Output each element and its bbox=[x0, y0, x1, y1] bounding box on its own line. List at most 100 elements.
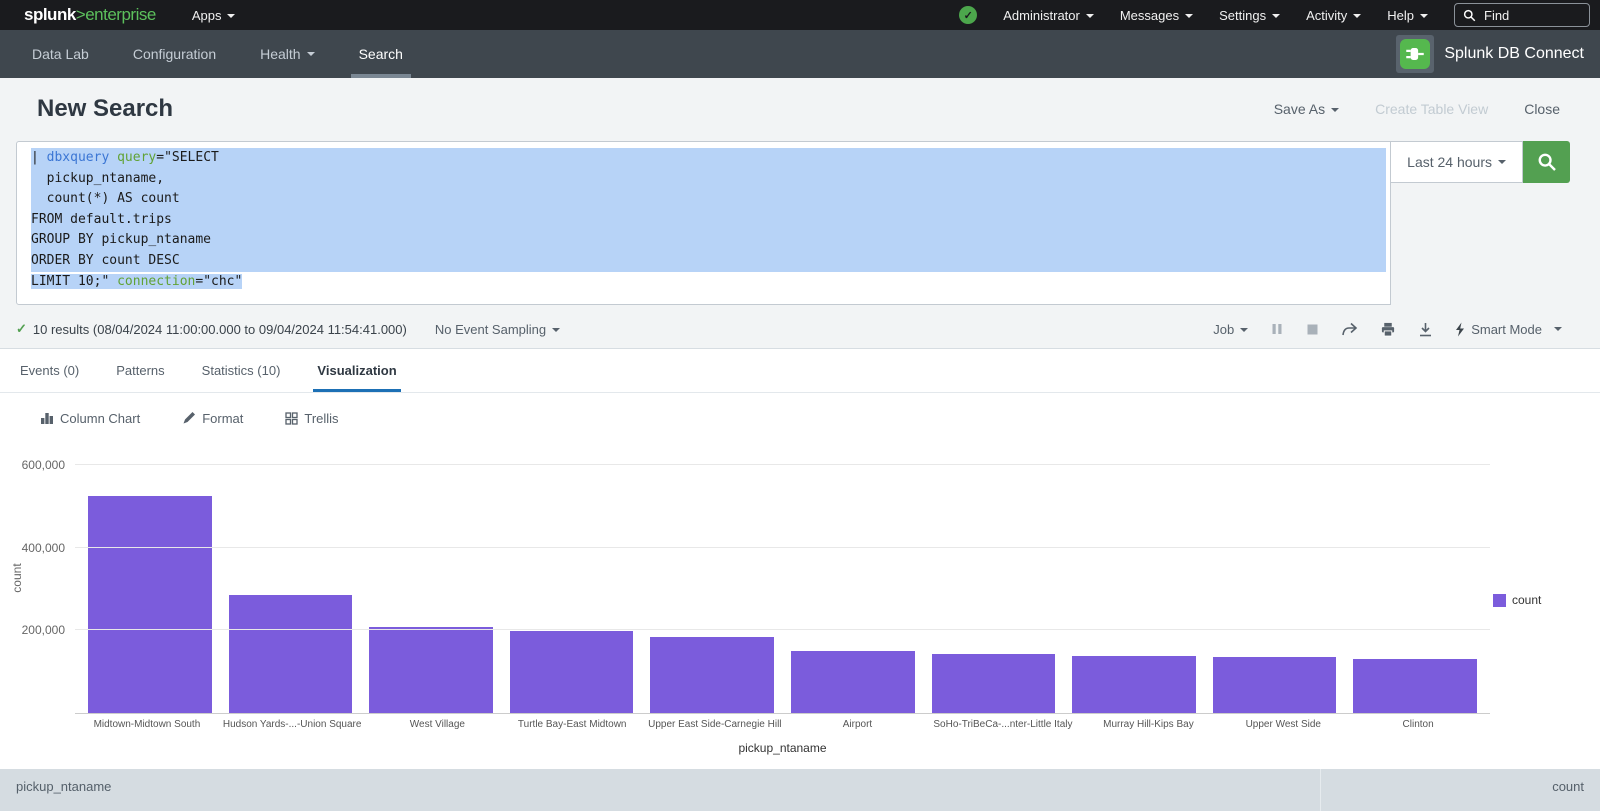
share-button[interactable] bbox=[1341, 322, 1358, 337]
check-glyph: ✓ bbox=[964, 9, 973, 22]
x-axis-tick-labels: Midtown-Midtown South Hudson Yards-...-Un… bbox=[88, 719, 1477, 730]
apps-menu-label: Apps bbox=[192, 8, 222, 23]
find-input[interactable] bbox=[1482, 7, 1574, 24]
head-actions: Save As Create Table View Close bbox=[1274, 101, 1560, 117]
results-tabs: Events (0) Patterns Statistics (10) Visu… bbox=[0, 349, 1600, 393]
health-check-icon[interactable]: ✓ bbox=[959, 6, 977, 24]
administrator-menu[interactable]: Administrator bbox=[1003, 8, 1094, 23]
search-query-input[interactable]: | dbxquery query="SELECT pickup_ntaname,… bbox=[16, 141, 1391, 305]
time-range-label: Last 24 hours bbox=[1407, 154, 1492, 170]
chevron-down-icon bbox=[1240, 328, 1248, 332]
nav-item-data-lab[interactable]: Data Lab bbox=[32, 30, 89, 78]
x-tick-label: SoHo-TriBeCa-...nter-Little Italy bbox=[933, 719, 1072, 730]
column-chart-icon bbox=[40, 411, 54, 425]
search-bar-row: | dbxquery query="SELECT pickup_ntaname,… bbox=[0, 140, 1600, 310]
chevron-down-icon bbox=[1185, 14, 1193, 18]
chevron-down-icon bbox=[1086, 14, 1094, 18]
search-mode-menu[interactable]: Smart Mode bbox=[1455, 322, 1562, 337]
messages-menu[interactable]: Messages bbox=[1120, 8, 1193, 23]
chart-plot-area: 200,000400,000600,000 bbox=[75, 453, 1490, 714]
success-check-icon: ✓ bbox=[16, 321, 27, 337]
chart-bar[interactable] bbox=[791, 651, 915, 713]
query-line: FROM default.trips bbox=[31, 210, 1386, 231]
settings-menu-label: Settings bbox=[1219, 8, 1266, 23]
chart-bar[interactable] bbox=[88, 496, 212, 713]
page-title: New Search bbox=[37, 95, 173, 123]
tab-visualization[interactable]: Visualization bbox=[317, 349, 396, 392]
job-menu[interactable]: Job bbox=[1213, 322, 1248, 337]
chevron-down-icon bbox=[552, 328, 560, 332]
nav-item-configuration[interactable]: Configuration bbox=[133, 30, 216, 78]
create-table-view-button[interactable]: Create Table View bbox=[1375, 101, 1488, 117]
x-tick-label: Midtown-Midtown South bbox=[88, 719, 206, 730]
chevron-down-icon bbox=[1272, 14, 1280, 18]
download-icon bbox=[1418, 322, 1433, 337]
y-axis-title: count bbox=[10, 563, 24, 593]
help-menu-label: Help bbox=[1387, 8, 1414, 23]
print-button[interactable] bbox=[1380, 322, 1396, 337]
chart-bar[interactable] bbox=[650, 637, 774, 713]
x-tick-label: Airport bbox=[799, 719, 917, 730]
query-line: count(*) AS count bbox=[31, 189, 1386, 210]
y-tick-label: 200,000 bbox=[22, 623, 65, 637]
chart-legend[interactable]: count bbox=[1493, 593, 1541, 607]
x-tick-label: Hudson Yards-...-Union Square bbox=[223, 719, 362, 730]
share-icon bbox=[1341, 322, 1358, 337]
x-tick-label: Turtle Bay-East Midtown bbox=[513, 719, 631, 730]
save-as-button[interactable]: Save As bbox=[1274, 101, 1339, 117]
splunk-logo[interactable]: splunk>enterprise bbox=[24, 5, 156, 25]
chart-bar[interactable] bbox=[1213, 657, 1337, 713]
tab-label: Visualization bbox=[317, 363, 396, 378]
pause-button[interactable] bbox=[1270, 322, 1284, 336]
splunk-db-connect-search-page: { "topbar": { "logo_brand": "splunk", "l… bbox=[0, 0, 1600, 789]
tab-events[interactable]: Events (0) bbox=[20, 349, 79, 392]
query-line: ORDER BY count DESC bbox=[31, 251, 1386, 272]
event-sampling-label: No Event Sampling bbox=[435, 322, 546, 337]
event-sampling-menu[interactable]: No Event Sampling bbox=[435, 322, 560, 337]
nav-item-label: Health bbox=[260, 46, 300, 62]
chart-bar[interactable] bbox=[1353, 659, 1477, 713]
close-button[interactable]: Close bbox=[1524, 101, 1560, 117]
query-line: GROUP BY pickup_ntaname bbox=[31, 230, 1386, 251]
chart-bar[interactable] bbox=[510, 631, 634, 713]
tab-statistics[interactable]: Statistics (10) bbox=[202, 349, 281, 392]
search-icon bbox=[1537, 152, 1557, 172]
top-system-bar: splunk>enterprise Apps ✓ Administrator M… bbox=[0, 0, 1600, 30]
chart-type-picker[interactable]: Column Chart bbox=[40, 411, 140, 426]
topbar-right: ✓ Administrator Messages Settings Activi… bbox=[959, 3, 1590, 27]
app-title: Splunk DB Connect bbox=[1444, 45, 1584, 63]
chart-bar[interactable] bbox=[1072, 656, 1196, 713]
chevron-down-icon bbox=[1554, 327, 1562, 331]
save-as-label: Save As bbox=[1274, 101, 1325, 117]
gridline bbox=[75, 629, 1490, 630]
format-button[interactable]: Format bbox=[182, 411, 243, 426]
activity-menu[interactable]: Activity bbox=[1306, 8, 1361, 23]
results-info-bar: ✓ 10 results (08/04/2024 11:00:00.000 to… bbox=[0, 310, 1600, 349]
column-header-count[interactable]: count bbox=[1320, 769, 1600, 811]
settings-menu[interactable]: Settings bbox=[1219, 8, 1280, 23]
plug-icon bbox=[1405, 44, 1425, 64]
search-submit-button[interactable] bbox=[1523, 141, 1570, 183]
app-badge[interactable]: Splunk DB Connect bbox=[1396, 35, 1584, 73]
nav-item-search[interactable]: Search bbox=[359, 30, 403, 78]
stop-button[interactable] bbox=[1306, 323, 1319, 336]
find-search-box[interactable] bbox=[1454, 3, 1590, 27]
gridline bbox=[75, 464, 1490, 465]
search-icon bbox=[1463, 9, 1476, 22]
time-range-picker[interactable]: Last 24 hours bbox=[1390, 141, 1523, 183]
tab-patterns[interactable]: Patterns bbox=[116, 349, 164, 392]
chart-bar[interactable] bbox=[369, 627, 493, 713]
lightning-bolt-icon bbox=[1455, 322, 1465, 337]
trellis-button[interactable]: Trellis bbox=[285, 411, 338, 426]
apps-menu[interactable]: Apps bbox=[192, 8, 236, 23]
nav-item-health[interactable]: Health bbox=[260, 30, 314, 78]
chart-type-label: Column Chart bbox=[60, 411, 140, 426]
help-menu[interactable]: Help bbox=[1387, 8, 1428, 23]
chart-bar[interactable] bbox=[932, 654, 1056, 713]
chart-bar[interactable] bbox=[229, 595, 353, 713]
x-tick-label: Clinton bbox=[1359, 719, 1477, 730]
export-button[interactable] bbox=[1418, 322, 1433, 337]
format-label: Format bbox=[202, 411, 243, 426]
page-head: New Search Save As Create Table View Clo… bbox=[0, 78, 1600, 140]
column-header-pickup-ntaname[interactable]: pickup_ntaname bbox=[0, 769, 1320, 811]
